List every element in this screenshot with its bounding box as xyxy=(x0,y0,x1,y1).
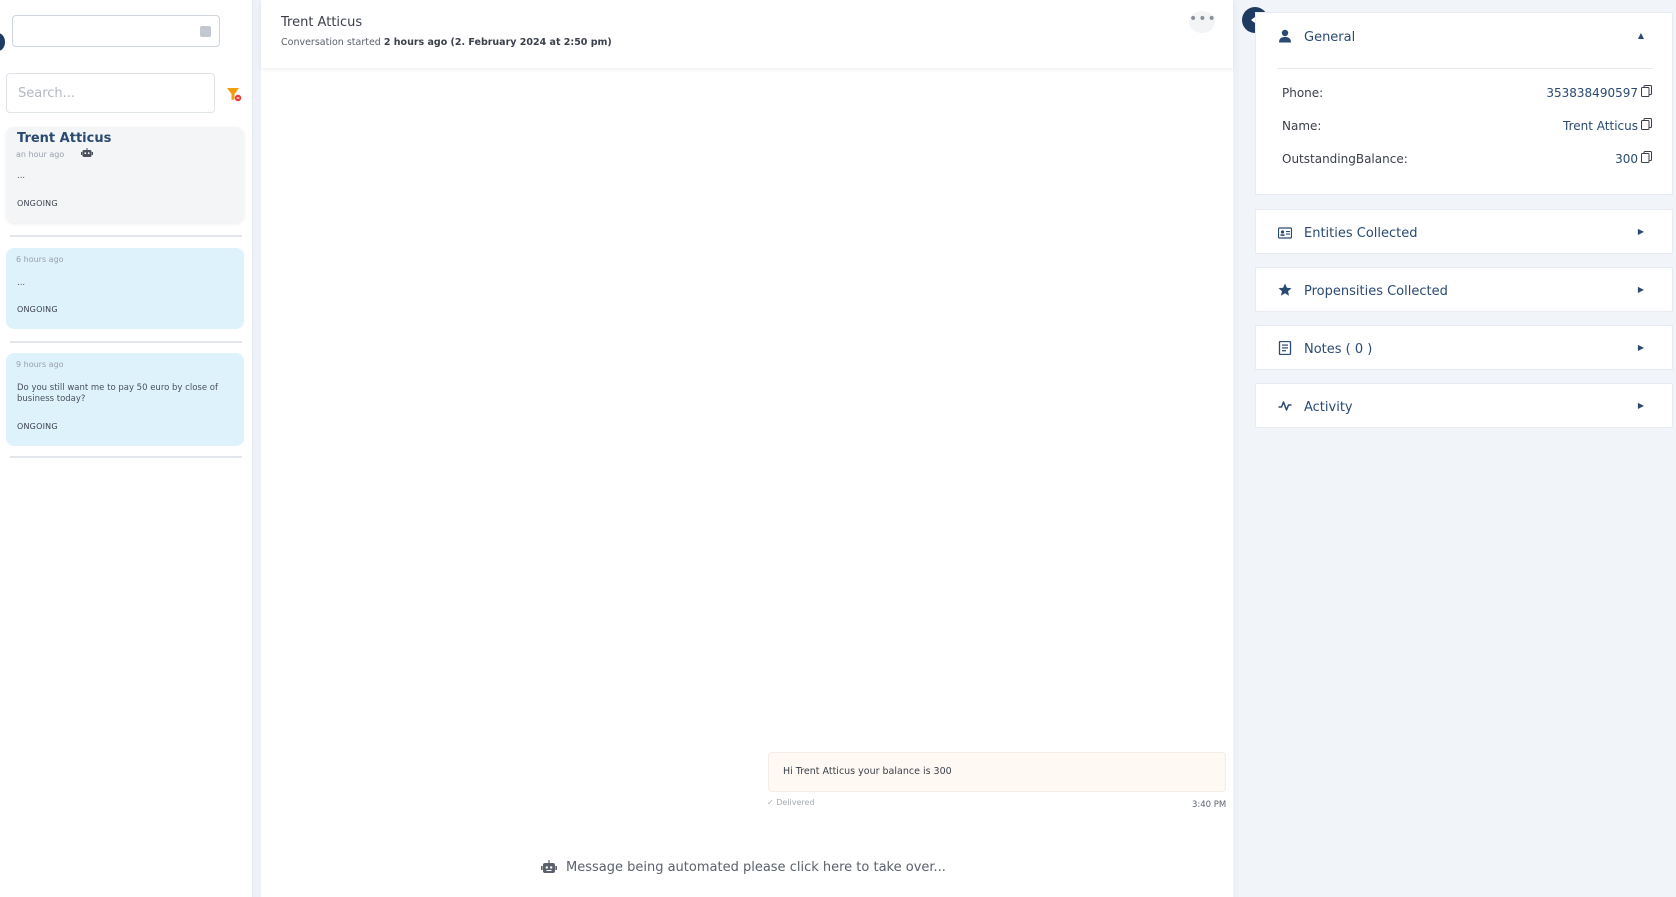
conversation-preview: ... xyxy=(17,278,26,288)
conversation-time: 6 hours ago xyxy=(16,255,64,264)
propensities-section[interactable]: Propensities Collected ▶ xyxy=(1255,267,1673,312)
chevron-right-icon: ▶ xyxy=(1637,343,1644,352)
conversation-item[interactable]: 6 hours ago ... ONGOING xyxy=(6,248,244,329)
notes-section[interactable]: Notes ( 0 ) ▶ xyxy=(1255,325,1673,370)
copy-icon[interactable] xyxy=(1641,151,1652,163)
entities-section[interactable]: Entities Collected ▶ xyxy=(1255,209,1673,254)
conversation-time: 9 hours ago xyxy=(16,360,64,369)
phone-label: Phone: xyxy=(1282,86,1324,100)
check-icon: ✓ xyxy=(767,798,774,807)
chevron-up-icon: ▲ xyxy=(1637,31,1644,40)
bot-icon xyxy=(81,148,93,157)
name-value: Trent Atticus xyxy=(1563,119,1638,133)
divider xyxy=(10,235,242,237)
conversation-status: ONGOING xyxy=(17,199,58,208)
general-section-title: General xyxy=(1304,30,1356,45)
message-status-label: Delivered xyxy=(776,798,815,807)
conversation-status: ONGOING xyxy=(17,422,58,431)
phone-value: 353838490597 xyxy=(1546,86,1638,100)
activity-section[interactable]: Activity ▶ xyxy=(1255,383,1673,428)
conversation-preview: ... xyxy=(17,171,26,181)
inbox-selector[interactable] xyxy=(12,15,220,47)
chat-title: Trent Atticus xyxy=(281,15,363,30)
chat-subtitle-prefix: Conversation started xyxy=(281,37,384,48)
conversation-preview: Do you still want me to pay 50 euro by c… xyxy=(17,383,218,404)
message-time: 3:40 PM xyxy=(1192,800,1227,810)
message-status: ✓ Delivered xyxy=(767,798,815,807)
message-bubble: Hi Trent Atticus your balance is 300 xyxy=(768,752,1226,792)
takeover-link[interactable]: Message being automated please click her… xyxy=(541,860,946,875)
name-label: Name: xyxy=(1282,119,1322,133)
conversation-name: Trent Atticus xyxy=(17,131,112,146)
more-options-button[interactable]: ••• xyxy=(1189,11,1216,33)
conversation-item[interactable]: 9 hours ago Do you still want me to pay … xyxy=(6,353,244,446)
general-section: General ▲ Phone: 353838490597 Name: Tren… xyxy=(1255,12,1673,195)
filter-icon[interactable] xyxy=(226,86,242,102)
chat-header: Trent Atticus Conversation started 2 hou… xyxy=(261,0,1233,68)
conversation-time: an hour ago xyxy=(16,150,65,159)
takeover-label: Message being automated please click her… xyxy=(566,860,946,875)
chevron-right-icon: ▶ xyxy=(1637,401,1644,410)
general-section-header[interactable]: General ▲ xyxy=(1256,13,1672,57)
dropdown-icon xyxy=(200,26,211,37)
divider xyxy=(1278,68,1653,69)
chat-panel: Trent Atticus Conversation started 2 hou… xyxy=(261,0,1233,897)
conversation-status: ONGOING xyxy=(17,305,58,314)
sidebar-collapse-toggle[interactable] xyxy=(0,33,5,51)
bot-icon xyxy=(541,860,557,873)
chat-started-time: 2 hours ago (2. February 2024 at 2:50 pm… xyxy=(383,37,612,48)
divider xyxy=(10,341,242,343)
star-icon xyxy=(1278,283,1292,296)
conversation-sidebar: Trent Atticus an hour ago ... ONGOING 6 … xyxy=(0,0,253,897)
balance-value: 300 xyxy=(1615,152,1638,166)
balance-label: OutstandingBalance: xyxy=(1282,152,1408,166)
activity-icon xyxy=(1278,401,1292,411)
id-card-icon xyxy=(1278,227,1292,239)
propensities-section-title: Propensities Collected xyxy=(1304,284,1448,299)
chat-subtitle: Conversation started 2 hours ago (2. Feb… xyxy=(281,37,612,48)
search-input[interactable] xyxy=(6,73,215,113)
entities-section-title: Entities Collected xyxy=(1304,226,1418,241)
copy-icon[interactable] xyxy=(1641,85,1652,97)
chevron-right-icon: ▶ xyxy=(1637,227,1644,236)
note-icon xyxy=(1278,341,1292,355)
conversation-item[interactable]: Trent Atticus an hour ago ... ONGOING xyxy=(6,127,244,223)
notes-section-title: Notes ( 0 ) xyxy=(1304,342,1373,357)
user-icon xyxy=(1279,29,1291,43)
copy-icon[interactable] xyxy=(1641,118,1652,130)
chevron-right-icon: ▶ xyxy=(1637,285,1644,294)
divider xyxy=(10,456,242,458)
activity-section-title: Activity xyxy=(1304,400,1353,415)
